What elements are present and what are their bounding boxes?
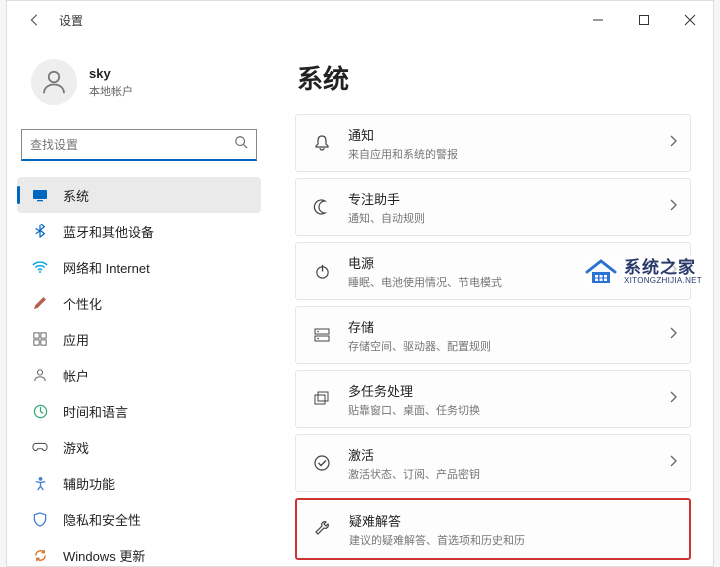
minimize-button[interactable] (575, 1, 621, 39)
row-title: 疑难解答 (349, 511, 677, 530)
window-title: 设置 (59, 12, 575, 29)
sidebar-item-windows-update[interactable]: Windows 更新 (17, 537, 261, 562)
nav-list: 系统 蓝牙和其他设备 网络和 Internet 个性化 应用 (17, 177, 261, 562)
wrench-icon (313, 519, 333, 539)
sidebar-item-system[interactable]: 系统 (17, 177, 261, 213)
sidebar-item-label: 辅助功能 (63, 474, 115, 493)
row-focus-assist[interactable]: 专注助手通知、自动规则 (295, 178, 691, 236)
apps-icon (31, 330, 49, 348)
row-title: 专注助手 (348, 189, 652, 208)
wifi-icon (31, 258, 49, 276)
update-icon (31, 546, 49, 562)
storage-icon (312, 325, 332, 345)
row-title: 存储 (348, 317, 652, 336)
accessibility-icon (31, 474, 49, 492)
watermark: 系统之家 XITONGZHIJIA.NET (584, 256, 702, 288)
row-subtitle: 存储空间、驱动器、配置规则 (348, 338, 652, 354)
sidebar-item-label: 系统 (63, 186, 89, 205)
row-title: 激活 (348, 445, 652, 464)
close-button[interactable] (667, 1, 713, 39)
sidebar: sky 本地帐户 系统 蓝牙和其他设备 (7, 39, 271, 566)
row-subtitle: 来自应用和系统的警报 (348, 146, 652, 162)
person-icon (31, 366, 49, 384)
check-circle-icon (312, 453, 332, 473)
sidebar-item-gaming[interactable]: 游戏 (17, 429, 261, 465)
content: sky 本地帐户 系统 蓝牙和其他设备 (7, 39, 713, 566)
maximize-button[interactable] (621, 1, 667, 39)
chevron-right-icon (668, 326, 678, 344)
sidebar-item-accessibility[interactable]: 辅助功能 (17, 465, 261, 501)
sidebar-item-label: 隐私和安全性 (63, 510, 141, 529)
sidebar-item-accounts[interactable]: 帐户 (17, 357, 261, 393)
display-icon (31, 186, 49, 204)
row-subtitle: 贴靠窗口、桌面、任务切换 (348, 402, 652, 418)
row-subtitle: 激活状态、订阅、产品密钥 (348, 466, 652, 482)
sidebar-item-time-language[interactable]: 时间和语言 (17, 393, 261, 429)
page-title: 系统 (297, 59, 691, 96)
multitask-icon (312, 389, 332, 409)
avatar (31, 59, 77, 105)
bell-icon (312, 133, 332, 153)
chevron-right-icon (668, 454, 678, 472)
sidebar-item-label: 网络和 Internet (63, 258, 150, 277)
row-multitasking[interactable]: 多任务处理贴靠窗口、桌面、任务切换 (295, 370, 691, 428)
sidebar-item-label: Windows 更新 (63, 546, 145, 563)
row-title: 通知 (348, 125, 652, 144)
shield-icon (31, 510, 49, 528)
row-title: 多任务处理 (348, 381, 652, 400)
bluetooth-icon (31, 222, 49, 240)
row-troubleshoot[interactable]: 疑难解答建议的疑难解答、首选项和历史和历 (295, 498, 691, 560)
house-icon (584, 258, 618, 286)
search-box[interactable] (21, 129, 257, 161)
sidebar-item-privacy[interactable]: 隐私和安全性 (17, 501, 261, 537)
username: sky (89, 66, 133, 81)
watermark-zh: 系统之家 (624, 259, 702, 277)
sidebar-item-personalization[interactable]: 个性化 (17, 285, 261, 321)
sidebar-item-network[interactable]: 网络和 Internet (17, 249, 261, 285)
sidebar-item-label: 时间和语言 (63, 402, 128, 421)
globe-clock-icon (31, 402, 49, 420)
account-type: 本地帐户 (89, 83, 133, 99)
chevron-right-icon (668, 134, 678, 152)
titlebar: 设置 (7, 1, 713, 39)
user-meta: sky 本地帐户 (89, 66, 133, 99)
gamepad-icon (31, 438, 49, 456)
settings-list: 通知来自应用和系统的警报 专注助手通知、自动规则 电源睡眠、电池使用情况、节电模… (295, 114, 691, 566)
row-storage[interactable]: 存储存储空间、驱动器、配置规则 (295, 306, 691, 364)
back-button[interactable] (23, 8, 47, 32)
power-icon (312, 261, 332, 281)
window-controls (575, 1, 713, 39)
sidebar-item-label: 游戏 (63, 438, 89, 457)
watermark-en: XITONGZHIJIA.NET (624, 277, 702, 285)
sidebar-item-label: 个性化 (63, 294, 102, 313)
row-subtitle: 通知、自动规则 (348, 210, 652, 226)
row-notifications[interactable]: 通知来自应用和系统的警报 (295, 114, 691, 172)
search-icon (234, 135, 248, 154)
moon-icon (312, 197, 332, 217)
sidebar-item-label: 应用 (63, 330, 89, 349)
sidebar-item-label: 蓝牙和其他设备 (63, 222, 154, 241)
search-input[interactable] (30, 138, 234, 152)
main-panel: 系统 通知来自应用和系统的警报 专注助手通知、自动规则 电源睡眠、电池使用情况、… (271, 39, 713, 566)
chevron-right-icon (668, 198, 678, 216)
sidebar-item-label: 帐户 (63, 366, 89, 385)
sidebar-item-bluetooth[interactable]: 蓝牙和其他设备 (17, 213, 261, 249)
chevron-right-icon (668, 390, 678, 408)
row-activation[interactable]: 激活激活状态、订阅、产品密钥 (295, 434, 691, 492)
sidebar-item-apps[interactable]: 应用 (17, 321, 261, 357)
user-info[interactable]: sky 本地帐户 (17, 55, 261, 123)
paintbrush-icon (31, 294, 49, 312)
row-subtitle: 建议的疑难解答、首选项和历史和历 (349, 532, 677, 548)
